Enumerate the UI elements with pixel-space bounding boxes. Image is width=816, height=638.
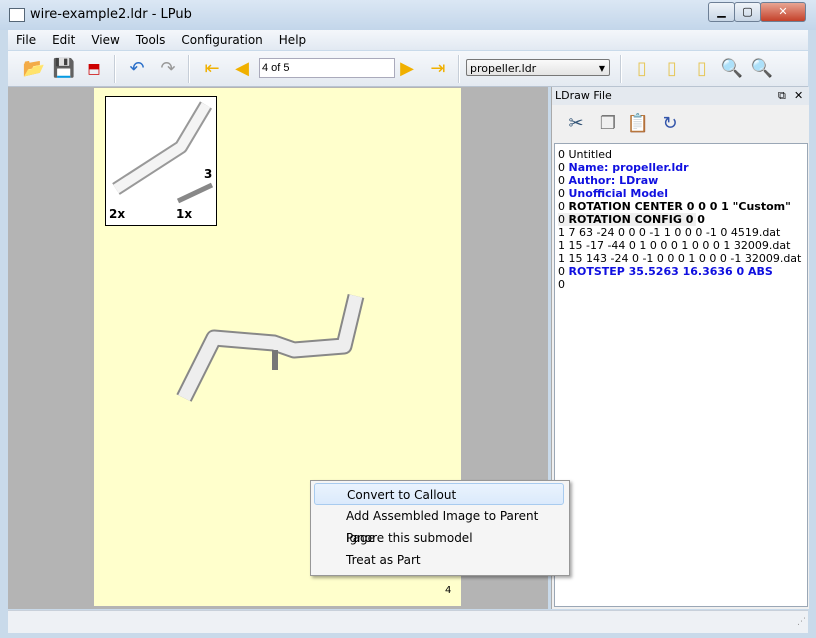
cut-icon[interactable]: ✂: [564, 112, 588, 136]
submodel-select[interactable]: propeller.ldr ▼: [466, 59, 610, 76]
close-button[interactable]: ✕: [760, 2, 806, 22]
dock-toolbar: ✂ ❐ 📋 ↻: [552, 106, 809, 142]
pdf-export-icon[interactable]: ⬒: [82, 57, 106, 81]
part-count: 2x: [109, 207, 126, 221]
minimize-button[interactable]: ▁: [708, 2, 735, 22]
paste-icon[interactable]: 📋: [626, 112, 650, 136]
menu-item-ignore-submodel[interactable]: Ignore this submodel: [314, 527, 564, 549]
menu-bar: File Edit View Tools Configuration Help: [8, 30, 808, 50]
menu-item-treat-as-part[interactable]: Treat as Part: [314, 549, 564, 571]
refresh-icon[interactable]: ↻: [658, 112, 682, 136]
title-bar: wire-example2.ldr - LPub ▁ ▢ ✕: [0, 0, 816, 30]
menu-tools[interactable]: Tools: [128, 30, 174, 50]
window-title: wire-example2.ldr - LPub: [30, 7, 192, 22]
last-page-icon[interactable]: ⇥: [426, 57, 450, 81]
previous-page-icon[interactable]: ◀: [230, 57, 254, 81]
chevron-down-icon: ▼: [598, 64, 605, 73]
context-menu: Convert to Callout Add Assembled Image t…: [310, 480, 570, 576]
zoom-out-icon[interactable]: 🔍: [750, 57, 774, 81]
float-icon[interactable]: ⧉: [778, 87, 786, 105]
current-line: 0 ROTATION CONFIG 0 0: [558, 213, 705, 226]
menu-item-convert-to-callout[interactable]: Convert to Callout: [314, 483, 564, 505]
status-bar: ⋰: [8, 610, 808, 633]
menu-configuration[interactable]: Configuration: [173, 30, 270, 50]
zoom-in-icon[interactable]: 🔍: [720, 57, 744, 81]
line: 0 Name: propeller.ldr: [558, 161, 689, 174]
maximize-button[interactable]: ▢: [734, 2, 761, 22]
part-images: [112, 101, 214, 204]
next-page-icon[interactable]: ▶: [395, 57, 419, 81]
menu-item-add-assembled-image[interactable]: Add Assembled Image to Parent Page: [314, 505, 564, 545]
page-number-input[interactable]: [259, 58, 395, 78]
toolbar: 📂 💾 ⬒ ↶ ↷ ⇤ ◀ ▶ ⇥ propeller.ldr ▼ ▯ ▯ ▯ 🔍…: [8, 51, 808, 87]
submodel-select-value: propeller.ldr: [470, 62, 537, 75]
undo-icon[interactable]: ↶: [125, 57, 149, 81]
first-page-icon[interactable]: ⇤: [200, 57, 224, 81]
open-icon[interactable]: 📂: [22, 57, 46, 81]
page-number: 4: [445, 585, 452, 596]
menu-file[interactable]: File: [8, 30, 44, 50]
part-length: 3: [204, 167, 213, 181]
line: 0 Untitled: [558, 148, 613, 161]
line: 1 15 143 -24 0 -1 0 0 0 1 0 0 0 -1 32009…: [558, 252, 802, 265]
ldraw-file-dock: LDraw File ⧉ ✕ ✂ ❐ 📋 ↻ 0 Untitled 0 Name…: [551, 87, 809, 609]
menu-edit[interactable]: Edit: [44, 30, 83, 50]
line: 0 Author: LDraw: [558, 174, 659, 187]
ldraw-text-editor[interactable]: 0 Untitled 0 Name: propeller.ldr 0 Autho…: [554, 143, 808, 607]
copy-icon[interactable]: ❐: [596, 112, 620, 136]
save-icon[interactable]: 💾: [52, 57, 76, 81]
close-icon[interactable]: ✕: [794, 87, 803, 105]
parts-list[interactable]: 2x 1x 3: [105, 96, 217, 226]
redo-icon[interactable]: ↷: [156, 57, 180, 81]
line: 1 7 63 -24 0 0 0 -1 1 0 0 0 -1 0 4519.da…: [558, 226, 781, 239]
fit-visible-icon[interactable]: ▯: [660, 57, 684, 81]
menu-view[interactable]: View: [83, 30, 127, 50]
dock-header: LDraw File ⧉ ✕: [552, 87, 809, 105]
line: 0 Unofficial Model: [558, 187, 669, 200]
app-icon: [9, 8, 25, 22]
line: 1 15 -17 -44 0 1 0 0 0 1 0 0 0 1 32009.d…: [558, 239, 791, 252]
line: 0 ROTSTEP 35.5263 16.3636 0 ABS: [558, 265, 773, 278]
resize-grip-icon[interactable]: ⋰: [797, 617, 806, 627]
line: 0 ROTATION CENTER 0 0 0 1 "Custom": [558, 200, 791, 213]
part-count: 1x: [176, 207, 193, 221]
dock-title: LDraw File: [555, 89, 612, 102]
fit-width-icon[interactable]: ▯: [630, 57, 654, 81]
actual-size-icon[interactable]: ▯: [690, 57, 714, 81]
line: 0: [558, 278, 565, 291]
menu-help[interactable]: Help: [271, 30, 314, 50]
